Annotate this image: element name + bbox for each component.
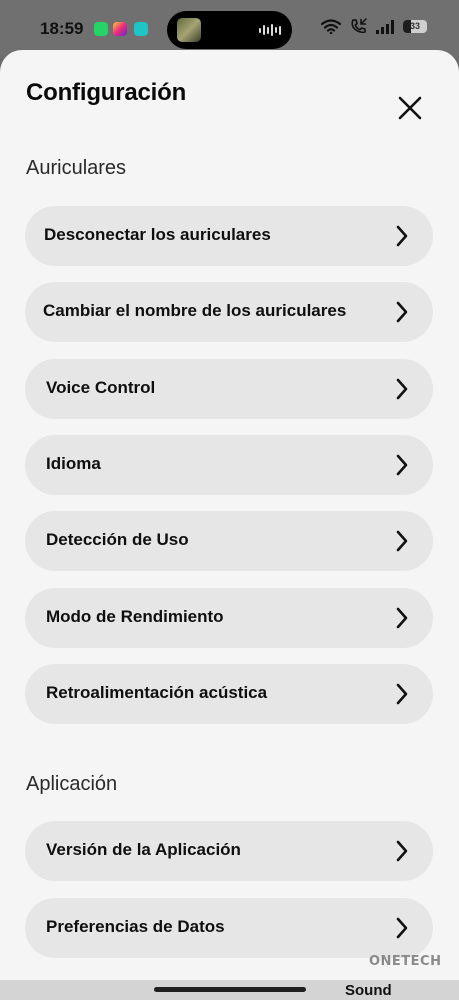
chevron-right-icon <box>396 683 408 705</box>
row-data-preferences[interactable]: Preferencias de Datos <box>25 898 433 958</box>
media-thumbnail <box>177 18 201 42</box>
status-icons: 33 <box>321 18 427 35</box>
row-label: Cambiar el nombre de los auriculares <box>43 301 347 320</box>
chevron-right-icon <box>396 917 408 939</box>
wifi-icon <box>321 19 341 34</box>
bottom-text: Sound <box>345 982 392 999</box>
chevron-right-icon <box>396 530 408 552</box>
row-label: Versión de la Aplicación <box>46 840 241 859</box>
row-performance-mode[interactable]: Modo de Rendimiento <box>25 588 433 648</box>
battery-icon: 33 <box>403 20 427 33</box>
close-icon[interactable] <box>392 90 428 126</box>
section-header-aplicacion: Aplicación <box>26 773 118 795</box>
chevron-right-icon <box>396 225 408 247</box>
page-title: Configuración <box>26 79 187 106</box>
section-header-auriculares: Auriculares <box>26 157 127 179</box>
row-language[interactable]: Idioma <box>25 435 433 495</box>
row-label: Detección de Uso <box>46 530 189 549</box>
row-label: Voice Control <box>46 378 156 397</box>
row-label: Preferencias de Datos <box>46 917 225 936</box>
row-app-version[interactable]: Versión de la Aplicación <box>25 821 433 881</box>
close-button[interactable] <box>392 90 428 126</box>
phone-call-icon <box>351 18 367 34</box>
row-label: Desconectar los auriculares <box>44 225 271 244</box>
whatsapp-icon <box>94 22 108 36</box>
row-rename-earbuds[interactable]: Cambiar el nombre de los auriculares <box>25 282 433 342</box>
chevron-right-icon <box>396 301 408 323</box>
row-label: Modo de Rendimiento <box>46 607 224 626</box>
chevron-right-icon <box>396 454 408 476</box>
row-usage-detection[interactable]: Detección de Uso <box>25 511 433 571</box>
row-acoustic-feedback[interactable]: Retroalimentación acústica <box>25 664 433 724</box>
row-disconnect-earbuds[interactable]: Desconectar los auriculares <box>25 206 433 266</box>
battery-level: 33 <box>409 21 420 31</box>
audio-waveform-icon <box>259 24 281 36</box>
settings-sheet: Configuración Auriculares Desconectar lo… <box>0 50 459 1000</box>
app-icon <box>134 22 148 36</box>
chevron-right-icon <box>396 378 408 400</box>
row-label: Idioma <box>46 454 101 473</box>
instagram-icon <box>113 22 127 36</box>
dynamic-island[interactable] <box>167 11 292 49</box>
row-label: Retroalimentación acústica <box>46 683 268 702</box>
home-indicator[interactable] <box>154 987 306 992</box>
chevron-right-icon <box>396 607 408 629</box>
row-voice-control[interactable]: Voice Control <box>25 359 433 419</box>
watermark: ONETECH <box>369 954 442 969</box>
cellular-signal-icon <box>376 19 394 34</box>
chevron-right-icon <box>396 840 408 862</box>
status-time: 18:59 <box>40 19 84 38</box>
